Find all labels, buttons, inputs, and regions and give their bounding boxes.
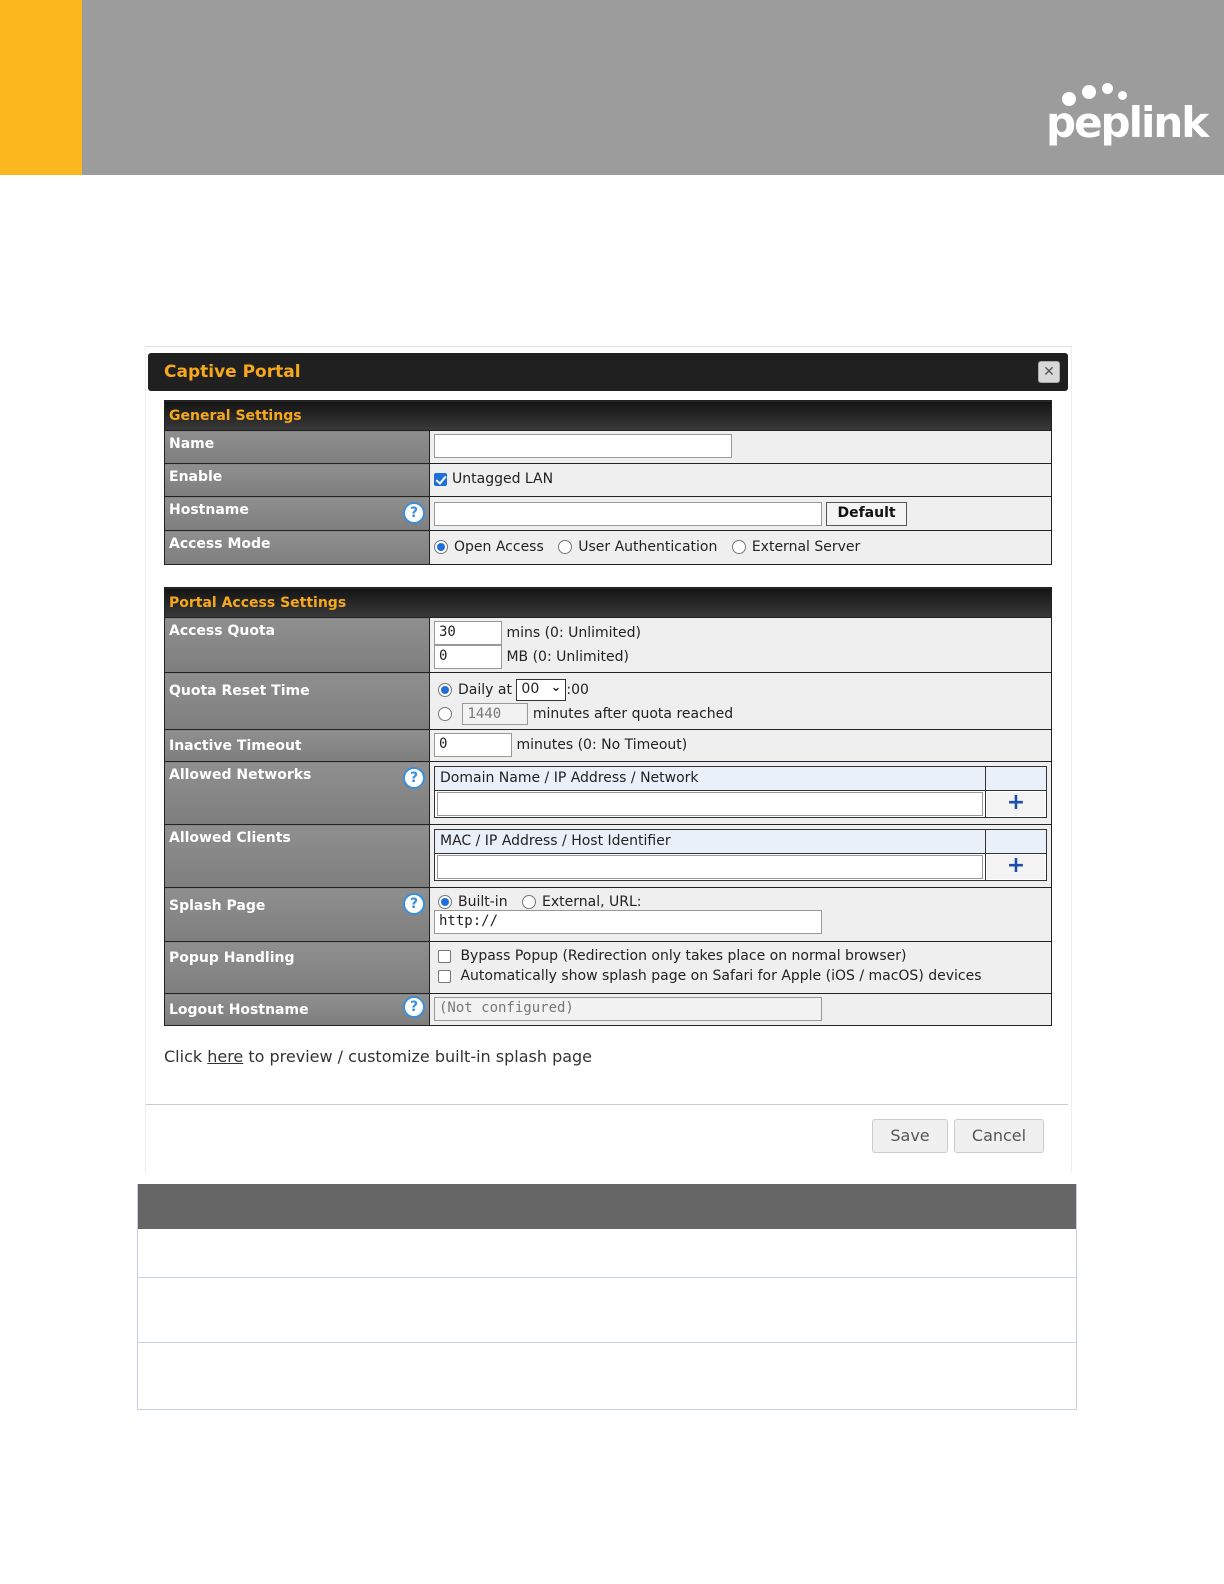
add-network-button[interactable]: + — [987, 792, 1045, 816]
enable-option-label: Untagged LAN — [452, 471, 554, 487]
preview-prefix: Click — [164, 1047, 203, 1066]
allowed-client-input[interactable] — [437, 855, 983, 879]
field-label: Splash Page — [169, 898, 266, 914]
radio-label: External, URL: — [542, 894, 642, 910]
table-row — [138, 1343, 1076, 1410]
hour-suffix: :00 — [566, 682, 589, 698]
section-heading: General Settings — [164, 400, 1052, 431]
logo-wordmark: peplink — [1046, 98, 1209, 147]
field-label: Name — [164, 430, 430, 464]
field-label: Allowed Clients — [164, 824, 430, 888]
settings-description-table — [137, 1184, 1077, 1410]
radio-external-server[interactable] — [731, 540, 746, 554]
radio-daily[interactable] — [438, 683, 452, 697]
minutes-after-suffix: minutes after quota reached — [532, 706, 734, 722]
default-button[interactable]: Default — [826, 502, 907, 526]
daily-label: Daily at — [458, 682, 512, 698]
general-settings-table: General Settings Name Enable Untagged LA… — [164, 400, 1052, 565]
hour-value: 00 — [521, 681, 540, 697]
close-icon[interactable]: ✕ — [1038, 361, 1060, 383]
column-header: Domain Name / IP Address / Network — [434, 766, 986, 791]
save-button[interactable]: Save — [872, 1119, 948, 1153]
field-label: Allowed Networks — [169, 767, 312, 783]
minutes-after-input[interactable]: 1440 — [462, 703, 529, 725]
inactive-timeout-suffix: minutes (0: No Timeout) — [516, 737, 688, 753]
enable-checkbox[interactable] — [434, 472, 447, 486]
inactive-timeout-input[interactable]: 0 — [434, 733, 512, 757]
allowed-network-input[interactable] — [437, 792, 983, 816]
radio-label: External Server — [751, 539, 861, 555]
radio-external-url[interactable] — [522, 895, 537, 909]
table-header — [138, 1184, 1076, 1229]
radio-label: User Authentication — [578, 539, 718, 555]
section-heading: Portal Access Settings — [164, 587, 1052, 618]
logout-hostname-input[interactable]: (Not configured) — [434, 997, 822, 1021]
dialog-divider — [146, 1104, 1068, 1105]
quota-mb-input[interactable]: 0 — [434, 645, 502, 669]
add-client-button[interactable]: + — [987, 855, 1045, 879]
safari-splash-checkbox[interactable] — [438, 969, 451, 983]
radio-open-access[interactable] — [434, 540, 448, 554]
field-label: Enable — [164, 463, 430, 497]
field-label: Logout Hostname — [169, 1002, 309, 1018]
radio-label: Built-in — [458, 894, 508, 910]
preview-link[interactable]: here — [207, 1047, 243, 1066]
help-icon[interactable]: ? — [403, 767, 425, 789]
bypass-popup-checkbox[interactable] — [438, 949, 451, 963]
allowed-networks-list: Domain Name / IP Address / Network + — [434, 766, 1047, 818]
field-label: Quota Reset Time — [164, 672, 430, 730]
name-input[interactable] — [434, 434, 732, 458]
radio-label: Open Access — [454, 539, 544, 555]
splash-url-input[interactable]: http:// — [434, 910, 822, 934]
chevron-down-icon: ⌄ — [550, 680, 562, 695]
peplink-logo: peplink — [1046, 80, 1209, 152]
field-label: Inactive Timeout — [164, 729, 430, 762]
quota-mb-suffix: MB (0: Unlimited) — [506, 649, 630, 665]
checkbox-label: Automatically show splash page on Safari… — [460, 968, 982, 984]
checkbox-label: Bypass Popup (Redirection only takes pla… — [460, 948, 907, 964]
table-row — [138, 1278, 1076, 1343]
hostname-input[interactable] — [434, 502, 822, 526]
quota-mins-input[interactable]: 30 — [434, 621, 502, 645]
field-label: Access Mode — [164, 530, 430, 565]
radio-minutes-after[interactable] — [438, 707, 452, 721]
column-header: MAC / IP Address / Host Identifier — [434, 829, 986, 854]
hour-select[interactable]: 00 ⌄ — [516, 679, 567, 701]
field-label: Popup Handling — [164, 941, 430, 994]
help-icon[interactable]: ? — [403, 893, 425, 915]
portal-access-table: Portal Access Settings Access Quota 30 m… — [164, 587, 1052, 1026]
help-icon[interactable]: ? — [403, 502, 425, 524]
preview-suffix: to preview / customize built-in splash p… — [248, 1047, 593, 1066]
field-label: Hostname — [169, 502, 249, 518]
radio-built-in[interactable] — [438, 895, 452, 909]
table-row — [138, 1229, 1076, 1278]
field-label: Access Quota — [164, 617, 430, 673]
captive-portal-dialog: Captive Portal ✕ General Settings Name E… — [145, 346, 1072, 1172]
dialog-title: Captive Portal — [164, 362, 301, 382]
dialog-title-bar: Captive Portal ✕ — [148, 353, 1068, 391]
page-header: peplink — [0, 0, 1224, 175]
quota-mins-suffix: mins (0: Unlimited) — [506, 625, 642, 641]
allowed-clients-list: MAC / IP Address / Host Identifier + — [434, 829, 1047, 881]
cancel-button[interactable]: Cancel — [954, 1119, 1044, 1153]
preview-text: Click here to preview / customize built-… — [164, 1047, 592, 1066]
header-accent-bar — [0, 0, 82, 175]
radio-user-authentication[interactable] — [558, 540, 573, 554]
help-icon[interactable]: ? — [403, 996, 425, 1018]
